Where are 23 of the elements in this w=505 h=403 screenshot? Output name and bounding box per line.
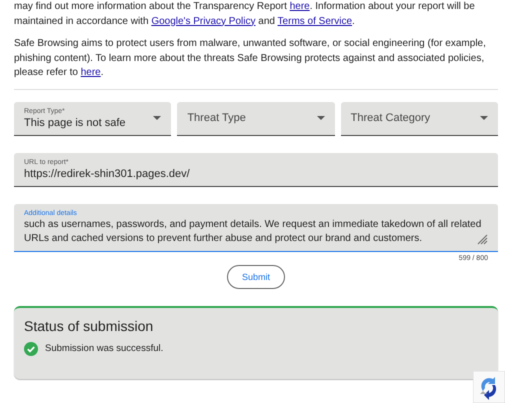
field-value: https://redirek-shin301.pages.dev/	[24, 166, 191, 180]
field-placeholder: Threat Category	[350, 112, 432, 124]
dropdown-field[interactable]: Threat Type	[177, 102, 335, 136]
status-message: Submission was successful.	[45, 343, 164, 354]
link[interactable]: Google's Privacy Policy	[151, 16, 256, 26]
status-title: Status of submission	[24, 318, 154, 334]
link[interactable]: here	[80, 67, 101, 78]
recaptcha-icon[interactable]	[473, 371, 505, 403]
field-value: This page is not safe	[24, 116, 127, 130]
resize-handle-icon[interactable]	[476, 232, 488, 244]
caret-icon	[316, 116, 325, 120]
field-text-line: URLs and cached versions to prevent further abuse and protect our brand and customers.	[24, 232, 422, 246]
caret-icon	[153, 116, 162, 120]
dropdown-field[interactable]: Threat Category	[340, 102, 498, 136]
link[interactable]: Terms of Service	[278, 16, 352, 26]
submit-button[interactable]: Submit	[227, 264, 285, 288]
link[interactable]: here	[290, 1, 310, 12]
field-placeholder: Threat Type	[187, 112, 247, 124]
field-text-line: such as usernames, passwords, and payment details. We request an immediate takedown of all related	[24, 218, 482, 232]
details-field[interactable]	[14, 204, 498, 252]
caret-icon	[480, 116, 488, 120]
info-paragraph: Safe Browsing aims to protect users from malware, unwanted software, or social engineering (for example, phishing content). To learn more about the threats Safe Browsing protects against and associated policies, please refer to here.	[14, 37, 487, 80]
info-paragraph: may find out more information about the Transparency Report here. Information about your report will be maintained in accordance with Google's Privacy Policy and Terms of Service.	[14, 0, 476, 28]
